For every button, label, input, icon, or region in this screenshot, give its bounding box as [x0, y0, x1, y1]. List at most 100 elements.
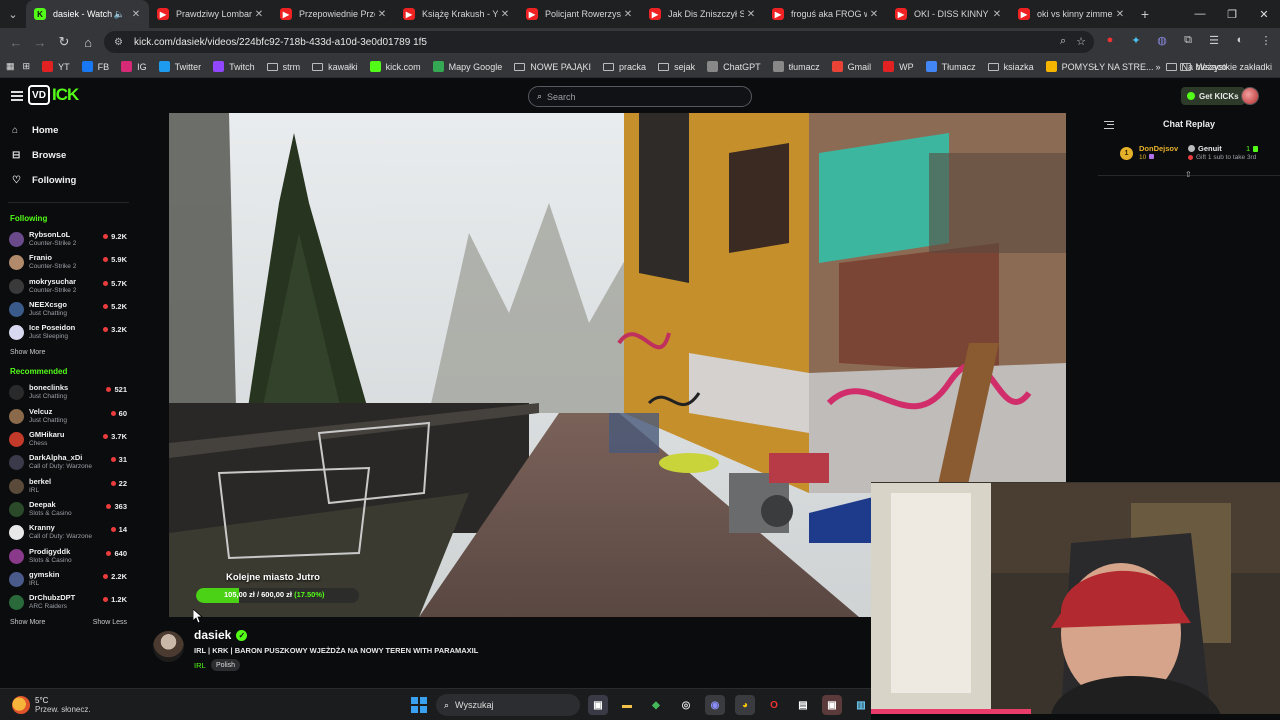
- grid-icon[interactable]: ⊞: [23, 61, 31, 72]
- site-info-icon[interactable]: ⚙: [114, 37, 128, 48]
- bookmark-maps[interactable]: Mapy Google: [432, 61, 502, 72]
- maximize-icon[interactable]: ❐: [1216, 0, 1248, 28]
- tab[interactable]: ▶ froguś aka FROG wb✕: [764, 0, 887, 28]
- close-tab-icon[interactable]: ✕: [744, 9, 758, 20]
- back-icon[interactable]: ←: [4, 30, 28, 54]
- reload-icon[interactable]: ↻: [52, 30, 76, 54]
- show-less-recommended[interactable]: Show Less: [93, 619, 127, 626]
- tab[interactable]: ▶ Książę Krakush - You✕: [395, 0, 518, 28]
- taskbar-search-input[interactable]: ⌕ Wyszukaj: [436, 694, 580, 716]
- minimize-icon[interactable]: —: [1184, 0, 1216, 28]
- taskbar-app-icon[interactable]: ▣: [588, 695, 608, 715]
- sidebar-channel[interactable]: Kranny Call of Duty: Warzone 14: [0, 521, 137, 544]
- sidebar-channel[interactable]: mokrysuchar Counter-Strike 2 5.7K: [0, 275, 137, 298]
- close-tab-icon[interactable]: ✕: [129, 9, 143, 20]
- nav-heart[interactable]: ♡ Following: [0, 168, 137, 193]
- tab[interactable]: ▶ OKI - DISS KINNY ZI✕: [887, 0, 1010, 28]
- sidebar-channel[interactable]: Prodigyddk Slots & Casino 640: [0, 545, 137, 568]
- bookmark-facebook[interactable]: FB: [81, 61, 109, 72]
- discord-icon[interactable]: ◉: [705, 695, 725, 715]
- extensions-puzzle-icon[interactable]: ⧉: [1180, 32, 1196, 48]
- close-window-icon[interactable]: ✕: [1248, 0, 1280, 28]
- new-tab-button[interactable]: +: [1133, 6, 1157, 22]
- bookmark-wp[interactable]: WP: [883, 61, 914, 72]
- tab-active[interactable]: Kdasiek - Watch th🔈 ✕: [26, 0, 149, 28]
- bookmark-translate[interactable]: Tłumacz: [925, 61, 976, 72]
- user-avatar[interactable]: [1241, 87, 1259, 105]
- search-input[interactable]: ⌕ Search: [528, 86, 752, 107]
- nav-browse[interactable]: ⊟ Browse: [0, 143, 137, 168]
- sidebar-channel[interactable]: Deepak Slots & Casino 363: [0, 498, 137, 521]
- bookmark-docs[interactable]: POMYSŁY NA STRE...: [1045, 61, 1154, 72]
- notepad-icon[interactable]: ▥: [851, 695, 871, 715]
- channel-avatar[interactable]: [153, 631, 184, 662]
- pin-icon[interactable]: ⇧: [1185, 170, 1193, 180]
- extension-icon[interactable]: ✦: [1128, 32, 1144, 48]
- bookmark-star-icon[interactable]: ☆: [1076, 35, 1086, 48]
- opera-icon[interactable]: O: [764, 695, 784, 715]
- stream-category[interactable]: IRL: [194, 661, 206, 670]
- sidebar-channel[interactable]: boneclinks Just Chatting 521: [0, 381, 137, 404]
- browser-menu-icon[interactable]: ⋮: [1258, 32, 1274, 48]
- sidebar-channel[interactable]: RybsonLoL Counter-Strike 2 9.2K: [0, 228, 137, 251]
- record-extension-icon[interactable]: ●: [1102, 32, 1118, 48]
- zoom-icon[interactable]: ⌕: [1060, 35, 1066, 48]
- bookmark-deepl[interactable]: tłumacz: [772, 61, 820, 72]
- menu-icon[interactable]: [11, 91, 23, 101]
- bookmark-youtube[interactable]: YT: [42, 61, 70, 72]
- sidebar-channel[interactable]: GMHikaru Chess 3.7K: [0, 428, 137, 451]
- sidebar-channel[interactable]: Velcuz Just Chatting 60: [0, 405, 137, 428]
- bookmark-chatgpt[interactable]: ChatGPT: [707, 61, 761, 72]
- tab-search-icon[interactable]: ⌄: [0, 0, 26, 28]
- bookmark-folder[interactable]: NOWE PAJĄKI: [514, 62, 591, 72]
- url-field[interactable]: ⚙ kick.com/dasiek/videos/224bfc92-718b-4…: [104, 31, 1094, 53]
- close-tab-icon[interactable]: ✕: [867, 9, 881, 20]
- reading-list-icon[interactable]: ☰: [1206, 32, 1222, 48]
- all-bookmarks-folder[interactable]: Wszystkie zakładki: [1180, 62, 1272, 72]
- sidebar-channel[interactable]: berkel IRL 22: [0, 475, 137, 498]
- bookmark-twitch[interactable]: Twitch: [213, 61, 255, 72]
- close-tab-icon[interactable]: ✕: [498, 9, 512, 20]
- sidebar-channel[interactable]: DrChubzDPT ARC Raiders 1.2K: [0, 591, 137, 614]
- bookmark-folder[interactable]: strm: [266, 62, 300, 72]
- get-kicks-button[interactable]: Get KICKs: [1181, 87, 1245, 105]
- tab[interactable]: ▶ Jak Dis Zniszczył Swo✕: [641, 0, 764, 28]
- bookmark-twitter[interactable]: Twitter: [158, 61, 201, 72]
- bookmark-folder[interactable]: pracka: [603, 62, 646, 72]
- file-explorer-icon[interactable]: ▬: [617, 695, 637, 715]
- extension-icon[interactable]: ◍: [1154, 32, 1170, 48]
- weather-widget[interactable]: 5°C Przew. słonecz.: [12, 693, 91, 717]
- bookmark-folder[interactable]: kawałki: [312, 62, 358, 72]
- audio-playing-icon[interactable]: 🔈: [114, 9, 125, 20]
- collapse-chat-icon[interactable]: [1104, 121, 1114, 129]
- forward-icon[interactable]: →: [28, 30, 52, 54]
- bookmark-folder[interactable]: sejak: [658, 62, 695, 72]
- gifter-name[interactable]: Genuit: [1198, 144, 1222, 153]
- bookmark-gmail[interactable]: Gmail: [831, 61, 871, 72]
- app-icon[interactable]: ▣: [822, 695, 842, 715]
- show-more-recommended[interactable]: Show More: [10, 619, 45, 626]
- show-more-following[interactable]: Show More: [0, 344, 137, 360]
- bookmark-folder[interactable]: ksiazka: [987, 62, 1034, 72]
- shield-icon[interactable]: ◆: [646, 695, 666, 715]
- bookmark-kick[interactable]: kick.com: [369, 61, 421, 72]
- tab[interactable]: ▶ Prawdziwy Lombard ✕: [149, 0, 272, 28]
- tab[interactable]: ▶ Policjant Rowerzysta ✕: [518, 0, 641, 28]
- close-tab-icon[interactable]: ✕: [375, 9, 389, 20]
- sidebar-channel[interactable]: gymskin IRL 2.2K: [0, 568, 137, 591]
- sidebar-channel[interactable]: Ice Poseidon Just Sleeping 3.2K: [0, 321, 137, 344]
- close-tab-icon[interactable]: ✕: [990, 9, 1004, 20]
- apps-icon[interactable]: ▦: [6, 61, 15, 72]
- tab[interactable]: ▶ oki vs kinny zimmer ✕: [1010, 0, 1133, 28]
- bookmarks-overflow-icon[interactable]: »: [1155, 62, 1160, 72]
- sidebar-channel[interactable]: NEEXcsgo Just Chatting 5.2K: [0, 298, 137, 321]
- bookmark-instagram[interactable]: IG: [121, 61, 147, 72]
- kick-logo[interactable]: VD ICK: [28, 84, 79, 106]
- home-icon[interactable]: ⌂: [76, 30, 100, 54]
- chrome-icon[interactable]: ◕: [735, 695, 755, 715]
- sidebar-channel[interactable]: Franio Counter-Strike 2 5.9K: [0, 251, 137, 274]
- windows-start-icon[interactable]: [411, 697, 427, 713]
- nav-home[interactable]: ⌂ Home: [0, 118, 137, 143]
- close-tab-icon[interactable]: ✕: [252, 9, 266, 20]
- app-icon[interactable]: ◎: [676, 695, 696, 715]
